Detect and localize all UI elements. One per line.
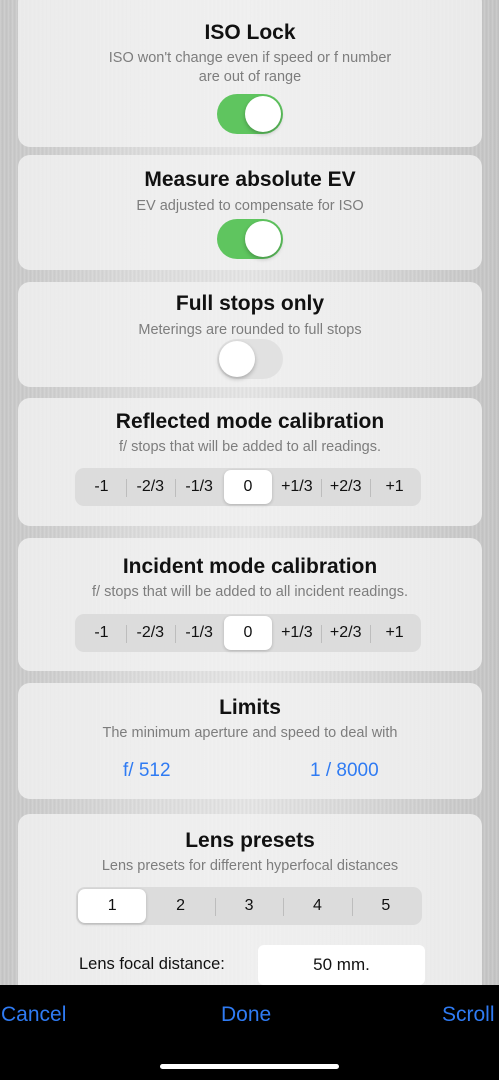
reflected-segment-option[interactable]: +1/3 [272,470,321,504]
incident-calibration-segmented-control: -1 -2/3 -1/3 0 +1/3 +2/3 +1 [75,614,421,652]
incident-calibration-card: Incident mode calibration f/ stops that … [18,538,482,671]
toggle-knob [245,221,281,257]
incident-calibration-title: Incident mode calibration [122,555,378,578]
reflected-segment-option[interactable]: -2/3 [125,470,175,504]
settings-scroll-view[interactable]: ISO Lock ISO won't change even if speed … [0,0,499,985]
done-button[interactable]: Done [221,1003,271,1027]
full-stops-card: Full stops only Meterings are rounded to… [18,282,482,387]
speed-limit-link[interactable]: 1 / 8000 [310,760,379,782]
lens-presets-title: Lens presets [185,829,315,852]
lens-presets-segment-option[interactable]: 2 [146,889,214,923]
lens-focal-input[interactable]: 50 mm. [258,945,425,985]
iso-lock-card: ISO Lock ISO won't change even if speed … [18,0,482,147]
reflected-calibration-card: Reflected mode calibration f/ stops that… [18,398,482,526]
iso-lock-toggle[interactable] [217,94,283,134]
lens-presets-subtitle: Lens presets for different hyperfocal di… [101,858,399,874]
iso-lock-subtitle-line2: are out of range [198,69,302,85]
incident-segment-option[interactable]: +1 [370,616,419,650]
reflected-segment-option[interactable]: +1 [370,470,419,504]
iso-lock-title: ISO Lock [204,21,296,44]
absolute-ev-subtitle: EV adjusted to compensate for ISO [136,198,364,214]
reflected-segment-option[interactable]: -1 [77,470,126,504]
absolute-ev-toggle[interactable] [217,219,283,259]
reflected-segment-option[interactable]: -1/3 [174,470,224,504]
lens-presets-segmented-control: 12345 [76,887,422,925]
scroll-button[interactable]: Scroll [442,1003,495,1027]
full-stops-subtitle: Meterings are rounded to full stops [138,322,362,338]
cancel-button[interactable]: Cancel [1,1003,66,1027]
reflected-segment-option[interactable]: +2/3 [321,470,370,504]
incident-calibration-subtitle: f/ stops that will be added to all incid… [92,584,408,600]
incident-segment-option[interactable]: -1 [77,616,126,650]
incident-segment-option[interactable]: +2/3 [321,616,370,650]
lens-presets-segment-option[interactable]: 5 [351,889,420,923]
reflected-calibration-segmented-control: -1 -2/3 -1/3 0 +1/3 +2/3 +1 [75,468,421,506]
incident-segment-option[interactable]: -2/3 [125,616,175,650]
absolute-ev-card: Measure absolute EV EV adjusted to compe… [18,155,482,270]
toggle-knob [245,96,281,132]
full-stops-title: Full stops only [175,292,325,315]
lens-focal-row: Lens focal distance: 50 mm. [18,945,482,985]
toggle-knob [219,341,255,377]
full-stops-toggle[interactable] [217,339,283,379]
absolute-ev-title: Measure absolute EV [144,168,356,191]
limits-title: Limits [219,696,281,719]
reflected-calibration-title: Reflected mode calibration [115,410,385,433]
aperture-limit-link[interactable]: f/ 512 [123,760,171,782]
limits-card: Limits The minimum aperture and speed to… [18,683,482,799]
reflected-calibration-subtitle: f/ stops that will be added to all readi… [119,439,381,455]
home-indicator [160,1064,339,1069]
incident-segment-option[interactable]: 0 [223,616,273,650]
incident-segment-option[interactable]: +1/3 [272,616,321,650]
incident-segment-option[interactable]: -1/3 [174,616,224,650]
limits-subtitle: The minimum aperture and speed to deal w… [102,725,398,741]
lens-focal-label: Lens focal distance: [79,955,225,973]
lens-presets-segment-option[interactable]: 1 [78,889,147,923]
iso-lock-subtitle-line1: ISO won't change even if speed or f numb… [108,50,392,66]
reflected-segment-option[interactable]: 0 [223,470,273,504]
lens-presets-segment-option[interactable]: 4 [283,889,351,923]
lens-presets-segment-option[interactable]: 3 [214,889,283,923]
